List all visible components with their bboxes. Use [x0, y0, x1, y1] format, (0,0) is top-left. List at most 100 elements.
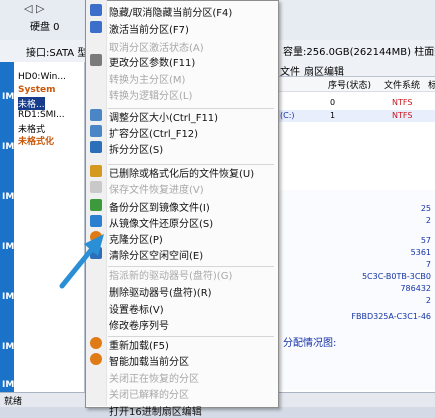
menu-item-label: 从镜像文件还原分区(S) [109, 219, 214, 230]
menu-item[interactable]: 隐藏/取消隐藏当前分区(F4) [86, 2, 276, 19]
menu-item: 指派新的驱动器号(盘符)(G) [86, 265, 276, 282]
strip-label: IM [2, 292, 15, 302]
menu-item: 转换为主分区(M) [86, 69, 276, 86]
menu-separator [108, 164, 274, 165]
tree-item-hd0[interactable]: HD0:Win... [18, 72, 66, 82]
strip-label: IM [2, 92, 15, 102]
strip-label: IM [2, 192, 15, 202]
menu-item-label: 删除驱动器号(盘符)(R) [109, 288, 212, 299]
tab-sector-edit[interactable]: 扇区编辑 [304, 63, 344, 78]
detail-value: 57 [420, 236, 431, 245]
detail-value: 25 [420, 204, 431, 213]
menu-item-label: 克隆分区(P) [109, 235, 163, 246]
menu-item[interactable]: 修改卷序列号 [86, 315, 276, 332]
pointer-arrow-icon [59, 234, 104, 289]
menu-item-label: 激活当前分区(F7) [109, 25, 189, 36]
col-label[interactable]: 标 [428, 78, 435, 91]
detail-value: 786432 [400, 284, 431, 293]
row-0-fs: NTFS [392, 98, 413, 107]
menu-item: 保存文件恢复进度(V) [86, 179, 276, 196]
strip-label: IM [2, 380, 15, 390]
hide-icon [90, 4, 102, 16]
menu-item-label: 清除分区空闲空间(E) [109, 251, 204, 262]
menu-item[interactable]: 激活当前分区(F7) [86, 19, 276, 36]
resize-icon [90, 109, 102, 121]
menu-item-label: 设置卷标(V) [109, 305, 164, 316]
menu-item[interactable]: 扩容分区(Ctrl_F12) [86, 123, 276, 140]
detail-value: 7 [425, 260, 431, 269]
strip-label: IM [2, 342, 15, 352]
extend-icon [90, 125, 102, 137]
menu-item[interactable]: 重新加载(F5) [86, 335, 276, 352]
menu-item-label: 拆分分区(S) [109, 145, 164, 156]
col-index[interactable]: 序号(状态) [328, 78, 371, 91]
menu-item-label: 重新加载(F5) [109, 341, 169, 352]
menu-item-label: 修改卷序列号 [109, 321, 169, 332]
tab-bar: 文件 扇区编辑 [278, 62, 435, 78]
menu-item-label: 关闭已解释的分区 [109, 390, 189, 401]
menu-item[interactable]: 从镜像文件还原分区(S) [86, 213, 276, 230]
menu-item: 关闭正在恢复的分区 [86, 368, 276, 385]
detail-value: 5361 [410, 248, 431, 257]
menu-item-label: 已删除或格式化后的文件恢复(U) [109, 169, 255, 180]
status-text: 就绪 [4, 397, 23, 407]
detail-value: FBBD325A-C3C1-46 [351, 312, 431, 321]
column-header: 序号(状态) 文件系统 标 [278, 77, 435, 92]
menu-item-label: 打开16进制扇区编辑 [109, 407, 202, 418]
tree-item-system[interactable]: System [18, 85, 56, 95]
restore-icon [90, 215, 102, 227]
detail-value: 5C3C-B0TB-3CB0 [361, 272, 431, 281]
menu-item-label: 调整分区大小(Ctrl_F11) [109, 113, 219, 124]
menu-item[interactable]: 克隆分区(P) [86, 229, 276, 246]
left-strip: IM IM IM IM IM IM IM [0, 62, 14, 406]
tree-item-selected[interactable]: 未格... [18, 97, 45, 110]
tree-item-unformatted-2[interactable]: 未格式化 [18, 134, 54, 147]
row-1-name: (C:) [280, 111, 295, 120]
menu-item: 关闭已解释的分区 [86, 384, 276, 401]
menu-item-label: 指派新的驱动器号(盘符)(G) [109, 271, 233, 282]
reload-icon [90, 337, 102, 349]
row-1-index: 1 [330, 111, 336, 120]
activate-icon [90, 21, 102, 33]
distribution-label: 分配情况图: [283, 338, 337, 349]
menu-item-label: 转换为逻辑分区(L) [109, 91, 193, 102]
menu-item[interactable]: 更改分区参数(F11) [86, 52, 276, 69]
tree-item-rd1[interactable]: RD1:SMI... [18, 110, 65, 120]
menu-item-label: 备份分区到镜像文件(I) [109, 203, 210, 214]
menu-item-label: 保存文件恢复进度(V) [109, 185, 204, 196]
menu-item-label: 转换为主分区(M) [109, 75, 186, 86]
strip-label: IM [2, 242, 15, 252]
save-progress-icon [90, 181, 102, 193]
menu-item[interactable]: 备份分区到镜像文件(I) [86, 197, 276, 214]
menu-item[interactable]: 已删除或格式化后的文件恢复(U) [86, 163, 276, 180]
row-1-fs: NTFS [392, 111, 413, 120]
recover-icon [90, 165, 102, 177]
menu-separator [108, 336, 274, 337]
menu-item[interactable]: 智能加载当前分区 [86, 351, 276, 368]
detail-value: 2 [425, 296, 431, 305]
row-0-index: 0 [330, 98, 336, 107]
col-fs[interactable]: 文件系统 [384, 78, 420, 91]
menu-item[interactable]: 清除分区空闲空间(E) [86, 245, 276, 262]
disk-label: 硬盘 0 [30, 22, 60, 33]
menu-item-label: 扩容分区(Ctrl_F12) [109, 129, 199, 140]
menu-item[interactable]: 设置卷标(V) [86, 299, 276, 316]
menu-item[interactable]: 打开16进制扇区编辑 [86, 401, 276, 418]
nav-arrows[interactable]: ◁ ▷ [24, 2, 44, 15]
menu-separator [108, 108, 274, 109]
menu-item-label: 智能加载当前分区 [109, 357, 189, 368]
tab-files[interactable]: 文件 [280, 63, 300, 78]
smart-load-icon [90, 353, 102, 365]
split-icon [90, 141, 102, 153]
detail-value: 2 [425, 216, 431, 225]
menu-separator [108, 266, 274, 267]
menu-item-label: 隐藏/取消隐藏当前分区(F4) [109, 8, 233, 19]
menu-item[interactable]: 删除驱动器号(盘符)(R) [86, 282, 276, 299]
partition-details: 25 2 57 5361 7 5C3C-B0TB-3CB0 786432 2 F… [278, 190, 435, 390]
menu-item[interactable]: 拆分分区(S) [86, 139, 276, 156]
menu-item[interactable]: 调整分区大小(Ctrl_F11) [86, 107, 276, 124]
params-icon [90, 54, 102, 66]
menu-item-label: 关闭正在恢复的分区 [109, 374, 199, 385]
disk-tree: HD0:Win... System 未格... RD1:SMI... 未格式 未… [14, 62, 85, 392]
strip-label: IM [2, 142, 15, 152]
